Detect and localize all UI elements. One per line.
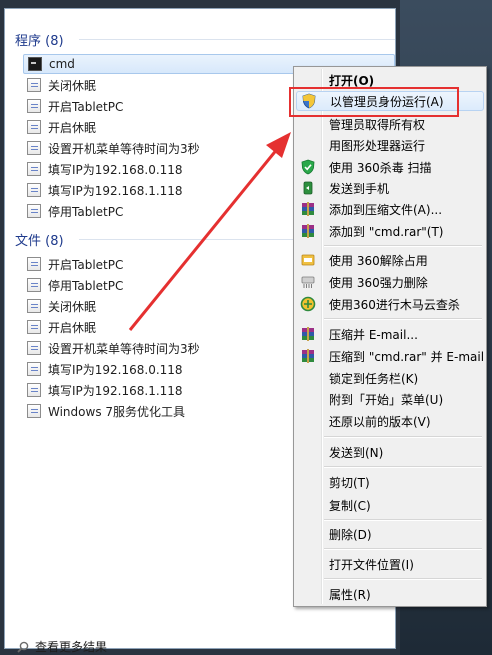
file-icon [27,404,41,418]
section-divider [79,39,395,40]
menu-item-label: 用图形处理器运行 [329,138,426,153]
programs-section-header: 程序 (8) [15,34,64,49]
menu-item-label: 打开(O) [329,73,375,88]
menu-item-take-ownership[interactable]: 管理员取得所有权 [296,114,484,134]
menu-item-label: 属性(R) [329,587,371,602]
annotation-highlight-box [289,87,459,117]
menu-item-label: 压缩到 "cmd.rar" 并 E-mail [329,349,485,364]
360-cloud-scan-icon [300,296,316,312]
menu-separator [324,519,482,521]
menu-item-label: 压缩并 E-mail... [329,327,418,342]
360-shred-icon [301,276,315,288]
menu-item-label: 附到「开始」菜单(U) [329,392,444,407]
file-icon [27,383,41,397]
file-icon [27,278,41,292]
file-icon [27,204,41,218]
winrar-icon [302,202,314,216]
menu-item-label: 剪切(T) [329,475,370,490]
item-label: 开启TabletPC [48,257,124,272]
menu-item-360-force-delete[interactable]: 使用 360强力删除 [296,272,484,292]
see-more-results-link[interactable]: 查看更多结果 [17,638,107,655]
menu-separator [324,466,482,468]
menu-item-delete[interactable]: 删除(D) [296,524,484,544]
menu-item-send-to-phone[interactable]: 发送到手机 [296,178,484,198]
menu-item-360-scan[interactable]: 使用 360杀毒 扫描 [296,157,484,177]
cmd-icon [28,57,42,71]
file-icon [27,120,41,134]
item-label: 停用TabletPC [48,278,124,293]
item-label: 填写IP为192.168.1.118 [48,383,183,398]
menu-item-open-file-location[interactable]: 打开文件位置(I) [296,554,484,574]
menu-separator [324,245,482,247]
item-label: 设置开机菜单等待时间为3秒 [48,341,200,356]
menu-item-label: 删除(D) [329,527,372,542]
menu-item-label: 还原以前的版本(V) [329,414,431,429]
item-label: 关闭休眠 [48,78,97,93]
menu-item-label: 锁定到任务栏(K) [329,371,419,386]
item-label: Windows 7服务优化工具 [48,404,186,419]
menu-item-label: 发送到(N) [329,445,384,460]
menu-item-label: 复制(C) [329,498,371,513]
menu-separator [324,578,482,580]
send-to-phone-icon [303,181,313,195]
menu-item-label: 使用 360强力删除 [329,275,428,290]
file-icon [27,183,41,197]
context-menu: 打开(O) 以管理员身份运行(A) 管理员取得所有权 用图形处理器运行 使用 3… [293,66,487,607]
file-icon [27,99,41,113]
menu-item-pin-to-taskbar[interactable]: 锁定到任务栏(K) [296,368,484,388]
winrar-icon [302,349,314,363]
file-icon [27,257,41,271]
menu-item-label: 发送到手机 [329,181,390,196]
file-icon [27,162,41,176]
search-icon [17,641,29,653]
file-icon [27,341,41,355]
360-unlock-icon [301,254,315,266]
menu-item-label: 使用 360杀毒 扫描 [329,160,432,175]
menu-item-cut[interactable]: 剪切(T) [296,472,484,492]
item-label: 设置开机菜单等待时间为3秒 [48,141,200,156]
file-icon [27,299,41,313]
menu-item-run-with-gpu[interactable]: 用图形处理器运行 [296,135,484,155]
menu-item-compress-to-cmd-rar-email[interactable]: 压缩到 "cmd.rar" 并 E-mail [296,346,484,366]
menu-item-restore-previous[interactable]: 还原以前的版本(V) [296,411,484,431]
menu-item-label: 使用 360解除占用 [329,253,428,268]
menu-item-label: 打开文件位置(I) [329,557,414,572]
menu-item-360-unlock[interactable]: 使用 360解除占用 [296,250,484,270]
menu-item-label: 添加到压缩文件(A)... [329,202,443,217]
file-icon [27,141,41,155]
menu-separator [324,318,482,320]
item-label: 开启休眠 [48,320,97,335]
menu-item-label: 使用360进行木马云查杀 [329,297,460,312]
menu-separator [324,548,482,550]
item-label: 填写IP为192.168.1.118 [48,183,183,198]
files-section-header: 文件 (8) [15,234,64,249]
menu-item-pin-to-start[interactable]: 附到「开始」菜单(U) [296,389,484,409]
menu-item-properties[interactable]: 属性(R) [296,584,484,604]
item-label: 开启休眠 [48,120,97,135]
winrar-icon [302,327,314,341]
menu-item-compress-email[interactable]: 压缩并 E-mail... [296,324,484,344]
360-antivirus-icon [301,159,315,175]
winrar-icon [302,224,314,238]
file-icon [27,78,41,92]
item-label: 开启TabletPC [48,99,124,114]
menu-item-360-cloud-scan[interactable]: 使用360进行木马云查杀 [296,294,484,314]
menu-item-label: 管理员取得所有权 [329,117,426,132]
file-icon [27,320,41,334]
item-label: 填写IP为192.168.0.118 [48,162,183,177]
item-label: 关闭休眠 [48,299,97,314]
menu-separator [324,436,482,438]
menu-item-add-to-archive[interactable]: 添加到压缩文件(A)... [296,199,484,219]
menu-item-add-to-cmd-rar[interactable]: 添加到 "cmd.rar"(T) [296,221,484,241]
item-label: 填写IP为192.168.0.118 [48,362,183,377]
item-label: 停用TabletPC [48,204,124,219]
file-icon [27,362,41,376]
menu-item-label: 添加到 "cmd.rar"(T) [329,224,444,239]
menu-item-copy[interactable]: 复制(C) [296,495,484,515]
see-more-results-label: 查看更多结果 [35,640,108,654]
menu-item-send-to[interactable]: 发送到(N) [296,442,484,462]
item-label: cmd [49,57,75,71]
